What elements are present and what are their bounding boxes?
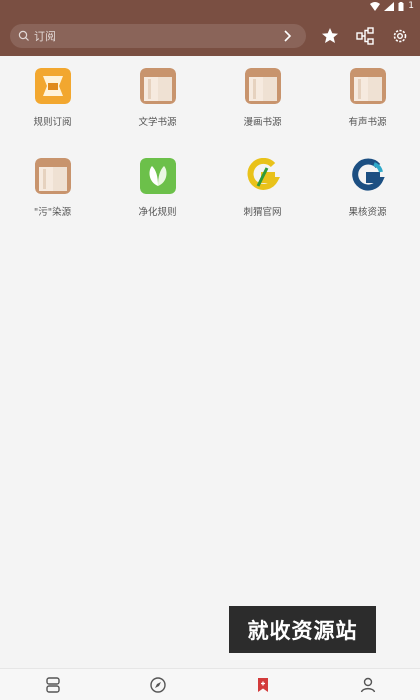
top-app-bar: 1 订阅 [0, 0, 420, 56]
g-logo-yellow-icon [247, 158, 280, 190]
tile-guohe-resources[interactable]: 果核资源 [315, 156, 420, 228]
tile-label: 净化规则 [138, 207, 177, 218]
rule-subscribe-icon [34, 68, 71, 104]
search-placeholder: 订阅 [34, 30, 56, 43]
tile-label: 漫画书源 [243, 117, 282, 128]
tile-literature-source[interactable]: 文学书源 [105, 66, 210, 138]
chevron-right-icon[interactable] [282, 29, 292, 43]
source-grid: 规则订阅 文学书源 漫画书源 有声书源 "污"染源 净化规则 刺猬官网 果核资源 [0, 66, 420, 228]
tile-pollution-source[interactable]: "污"染源 [0, 156, 105, 228]
book-source-icon [34, 158, 71, 194]
bottom-nav [0, 668, 420, 700]
tile-label: "污"染源 [33, 207, 72, 218]
tile-hedgehog-site[interactable]: 刺猬官网 [210, 156, 315, 228]
book-source-icon [139, 68, 176, 104]
search-icon [18, 30, 29, 41]
battery-icon [398, 1, 404, 11]
tile-label: 规则订阅 [33, 117, 72, 128]
tile-audio-source[interactable]: 有声书源 [315, 66, 420, 138]
tile-label: 文学书源 [138, 117, 177, 128]
profile-icon[interactable] [358, 675, 378, 695]
star-icon[interactable] [320, 26, 340, 46]
watermark-text: 就收资源站 [229, 606, 376, 653]
tile-label: 刺猬官网 [243, 207, 282, 218]
tile-rule-subscribe[interactable]: 规则订阅 [0, 66, 105, 138]
tile-label: 有声书源 [348, 117, 387, 128]
signal-icon [384, 1, 395, 11]
compass-icon[interactable] [148, 675, 168, 695]
share-tree-icon[interactable] [355, 26, 375, 46]
bookshelf-icon[interactable] [43, 675, 63, 695]
status-number: 1 [408, 1, 414, 11]
leaf-icon [139, 158, 176, 194]
g-logo-blue-icon [351, 158, 385, 191]
subscription-bookmark-icon[interactable] [253, 675, 273, 695]
tile-label: 果核资源 [348, 207, 387, 218]
tile-comic-source[interactable]: 漫画书源 [210, 66, 315, 138]
wifi-icon [370, 1, 381, 11]
book-source-icon [244, 68, 281, 104]
gear-icon[interactable] [390, 26, 410, 46]
book-source-icon [349, 68, 386, 104]
search-input[interactable]: 订阅 [10, 24, 306, 48]
status-bar: 1 [370, 0, 414, 12]
tile-purify-rules[interactable]: 净化规则 [105, 156, 210, 228]
